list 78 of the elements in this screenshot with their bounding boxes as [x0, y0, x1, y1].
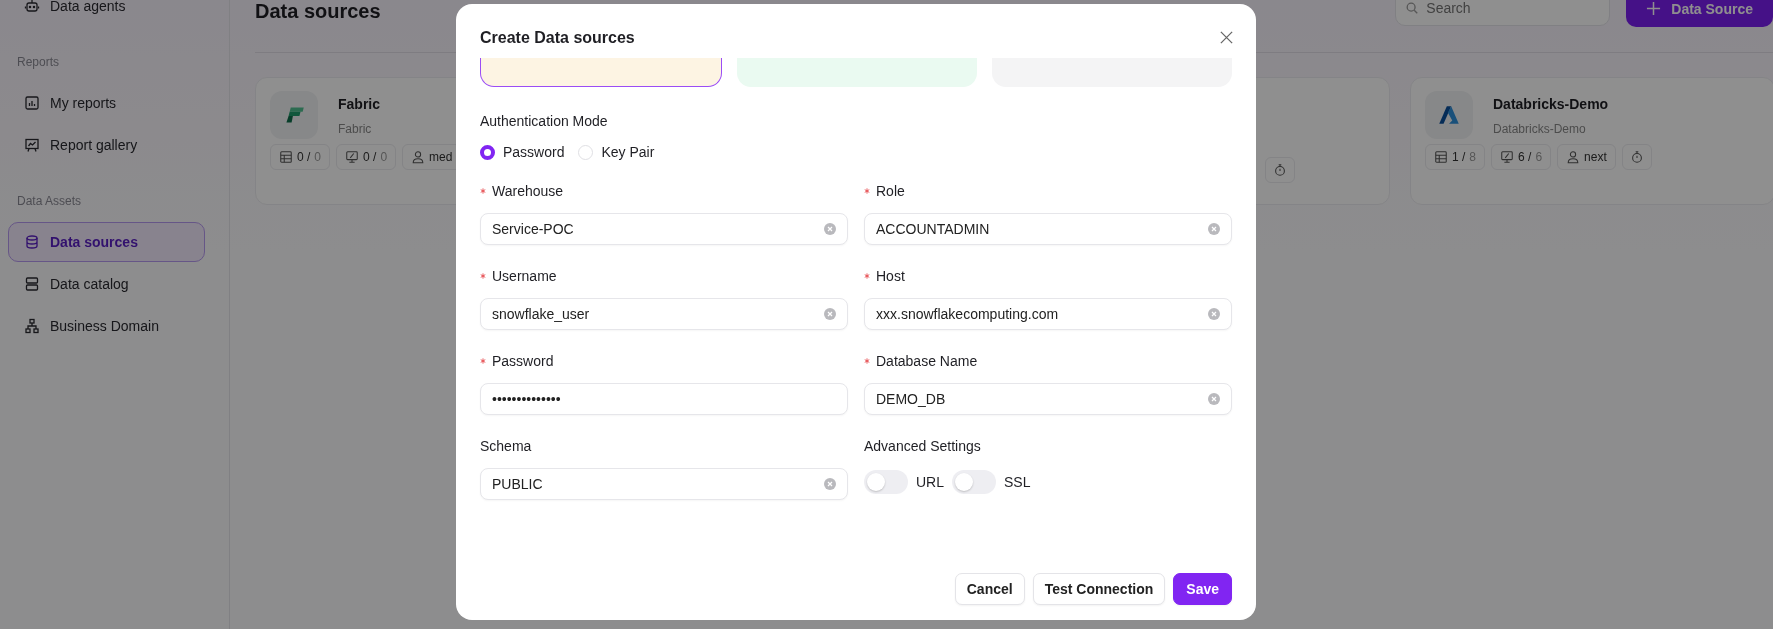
input-field[interactable]: snowflake_user — [480, 298, 848, 330]
field-label: Database Name — [876, 353, 978, 369]
dialog-button[interactable]: Test Connection — [1032, 573, 1166, 605]
timer-button[interactable] — [1265, 157, 1295, 183]
field-label: Authentication Mode — [480, 113, 609, 129]
required-icon — [480, 273, 486, 279]
search-icon — [1405, 1, 1420, 15]
required-icon — [864, 273, 870, 279]
user-icon — [411, 150, 426, 164]
owner-chip: next — [1557, 144, 1616, 170]
dialog-title: Create Data sources — [480, 28, 635, 47]
field-label: Host — [876, 268, 905, 284]
toggle-label: URL — [916, 474, 944, 490]
card-subtitle: Databricks-Demo — [1493, 122, 1587, 136]
timer-button[interactable] — [1621, 144, 1652, 170]
robot-icon — [24, 0, 40, 14]
card-subtitle: Fabric — [338, 122, 373, 136]
sidebar-item[interactable]: Data catalog — [8, 264, 205, 304]
monitor-icon — [1500, 150, 1515, 164]
clear-icon[interactable] — [1208, 308, 1220, 320]
required-icon — [864, 188, 870, 194]
sidebar-item[interactable]: Data agents — [8, 0, 205, 26]
sidebar-item[interactable]: Business Domain — [8, 306, 205, 346]
field-label: Schema — [480, 438, 532, 454]
input-field[interactable]: Service-POC — [480, 213, 848, 245]
card-title: Fabric — [338, 96, 380, 112]
input-field[interactable]: ACCOUNTADMIN — [864, 213, 1232, 245]
field-label: Advanced Settings — [864, 438, 981, 454]
table-icon — [1434, 150, 1448, 164]
section-heading: Data Assets — [17, 193, 83, 210]
catalog-icon — [24, 276, 40, 292]
sidebar-item[interactable]: My reports — [8, 83, 205, 123]
db-icon — [24, 234, 40, 250]
table-icon — [279, 150, 293, 164]
board-icon — [24, 137, 40, 153]
section-heading: Reports — [17, 54, 61, 71]
input-field[interactable]: PUBLIC — [480, 468, 848, 500]
sidebar-item[interactable]: Report gallery — [8, 125, 205, 165]
field-label: Role — [876, 183, 905, 199]
stopwatch-icon — [1629, 150, 1644, 164]
field-label: Password — [492, 353, 554, 369]
monitor-icon — [345, 150, 360, 164]
field-label: Warehouse — [492, 183, 564, 199]
clear-icon[interactable] — [824, 478, 836, 490]
search-field[interactable]: Search — [1395, 0, 1611, 26]
stopwatch-icon — [1273, 163, 1287, 177]
required-icon — [480, 358, 486, 364]
sidebar-item[interactable]: Data sources — [8, 222, 205, 262]
dialog-button[interactable]: Cancel — [954, 573, 1025, 605]
required-icon — [480, 188, 486, 194]
logo-icon — [270, 91, 318, 139]
logo-icon — [1425, 91, 1473, 139]
toggle-switch[interactable] — [864, 470, 908, 494]
clear-icon[interactable] — [824, 308, 836, 320]
input-field[interactable]: DEMO_DB — [864, 383, 1232, 415]
input-field[interactable]: •••••••••••••• — [480, 383, 848, 415]
report-count-chip: 0 / 0 — [336, 144, 397, 170]
page-title: Data sources — [255, 0, 381, 23]
plus-icon — [1646, 1, 1662, 16]
user-icon — [1566, 150, 1581, 164]
tree-icon — [24, 318, 40, 334]
chart-icon — [24, 95, 40, 111]
table-count-chip: 1 / 8 — [1425, 144, 1486, 170]
clear-icon[interactable] — [824, 223, 836, 235]
save-button[interactable]: Save — [1173, 573, 1232, 605]
radio-option[interactable]: Password — [480, 144, 565, 160]
clear-icon[interactable] — [1208, 223, 1220, 235]
toggle-label: SSL — [1004, 474, 1031, 490]
table-count-chip: 0 / 0 — [270, 144, 331, 170]
field-label: Username — [492, 268, 557, 284]
input-field[interactable]: xxx.snowflakecomputing.com — [864, 298, 1232, 330]
radio-option[interactable]: Key Pair — [578, 144, 655, 160]
card-title: Databricks-Demo — [1493, 96, 1609, 112]
clear-icon[interactable] — [1208, 393, 1220, 405]
source-type-card[interactable] — [480, 58, 722, 87]
toggle-switch[interactable] — [952, 470, 996, 494]
add-data-source-button[interactable]: Data Source — [1626, 0, 1773, 27]
required-icon — [864, 358, 870, 364]
